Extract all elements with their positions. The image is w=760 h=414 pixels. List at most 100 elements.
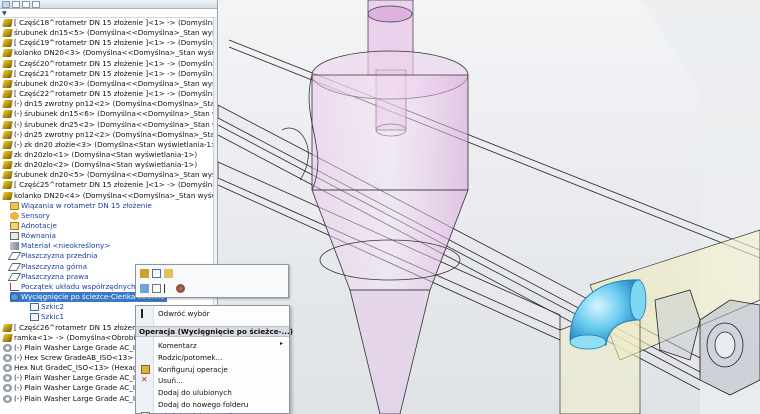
part-icon [2,69,13,78]
part-icon [2,19,13,27]
tree-item[interactable]: śrubunek dn15<5> (Domyślna<<Domyślna>_St… [2,28,217,38]
tree-item[interactable]: (-) dn25 zwrotny pn12<2> (Domyślna<Domyśl… [2,129,218,140]
tree-item[interactable]: Wiązania w rotametr DN 15 złożenie [10,201,152,211]
tree-item[interactable]: [ Część25^rotametr DN 15 złożenie ]<1> -… [2,180,217,190]
appearance-icon[interactable] [176,284,185,293]
configuration-manager-tab-icon[interactable] [22,0,30,8]
tree-item[interactable]: śrubunek dn20<3> (Domyślna<<Domyślna>_St… [2,78,217,89]
display-manager-tab-icon[interactable] [32,0,40,8]
sensor-icon [10,211,19,220]
tree-item[interactable]: [ Część19^rotametr DN 15 złożenie ]<1> -… [2,38,217,48]
part-icon [2,79,13,88]
menu-item[interactable]: Dodaj do nowego folderu [136,399,289,410]
sketch-icon [30,303,39,312]
tree-item-label: kolanko DN20<3> (Domyślna<<Domyślna>_Sta… [14,48,217,58]
menu-item-label: Dodaj do nowego folderu [158,400,249,409]
tree-item-label: Równania [21,231,56,241]
tree-item[interactable]: zk dn20zlo<2> (Domyślna<Stan wyświetlani… [2,160,198,170]
feature-tree-tab-icon[interactable] [2,0,10,8]
tree-item[interactable]: śrubunek dn20<5> (Domyślna<<Domyślna>_St… [2,170,217,180]
tree-item-label: śrubunek dn25<2> (Domyślna<<Domyślna>_St… [24,119,217,129]
tree-item-label: Szkic2 [41,302,65,312]
tree-item-label: śrubunek dn20<3> (Domyślna<<Domyślna>_St… [14,78,217,88]
tree-item-label: Plain Washer Large Grade AC_ISO< [24,383,152,393]
tree-item[interactable]: Szkic2 [30,302,64,312]
menu-item[interactable]: Rodzic/potomek... [136,352,289,363]
tree-item[interactable]: (-) śrubunek dn15<6> (Domyślna<<Domyślna>… [2,109,217,119]
edit-feature-icon[interactable] [140,269,149,278]
part-icon [2,100,13,109]
annotation-icon [10,222,19,230]
tree-item-label: Adnotacje [21,221,57,230]
tree-item[interactable]: Początek układu współrzędnych [10,282,136,292]
washer-icon [3,384,12,393]
tree-item[interactable]: [ Część20^rotametr DN 15 złożenie ]<1> -… [2,59,217,69]
tree-item[interactable]: (-) Plain Washer Large Grade AC_ISO< [3,373,151,383]
part-icon [2,150,13,159]
property-manager-tab-icon[interactable] [12,0,20,8]
tree-item[interactable]: ramka<1> -> (Domyślna<Obrobiona [2,332,149,343]
tree-item-label: Materiał <nieokreślony> [21,241,111,251]
tree-item-label: kolanko DN20<4> (Domyślna<<Domyślna>_Sta… [14,190,217,200]
menu-item-label: Konfiguruj operacje [158,364,228,374]
tree-filter[interactable]: ▼ [0,9,217,18]
washer-icon [3,353,12,362]
part-icon [2,39,13,48]
tree-item-label: Wiązania w rotametr DN 15 złożenie [21,200,152,210]
tree-item[interactable]: Hex Nut GradeC_ISO<13> (Hexagon N [3,363,154,373]
tree-item[interactable]: [ Część18^rotametr DN 15 złożenie ]<1> -… [2,18,217,28]
menu-item[interactable]: Komentarz ▸ [136,340,289,351]
tree-item[interactable]: (-) dn15 zwrotny pn12<2> (Domyślna<Domyśl… [2,99,217,109]
tree-item[interactable]: Sensory [10,211,50,221]
suppression-prefix: (-) [14,99,23,109]
tree-item[interactable]: kolanko DN20<3> (Domyślna<<Domyślna>_Sta… [2,48,217,58]
tree-item-label: ramka<1> -> (Domyślna<Obrobiona [14,332,149,342]
part-icon [2,59,13,68]
tree-item[interactable]: Płaszczyzna prawa [7,272,89,282]
suppression-prefix: (-) [14,383,23,393]
menu-item[interactable]: ✕ Usuń... [136,375,289,386]
tree-item[interactable]: Materiał <nieokreślony> [10,241,110,251]
hide-show-icon[interactable] [140,284,149,293]
menu-item[interactable]: Konfiguruj operacje [136,364,289,375]
tree-item[interactable]: Równania [10,231,56,241]
washer-icon [3,374,12,383]
zoom-to-selection-icon[interactable] [152,284,161,293]
tree-item-label: [ Część21^rotametr DN 15 złożenie ]<1> -… [14,68,217,78]
tree-item[interactable]: [ Część22^rotametr DN 15 złożenie ]<1> -… [2,89,217,99]
normal-to-icon[interactable] [164,284,173,293]
tree-item-label: Szkic1 [41,312,65,322]
tree-item[interactable]: zk dn20zlo<1> (Domyślna<Stan wyświetlani… [2,150,197,160]
tree-item-label: [ Część22^rotametr DN 15 złożenie ]<1> -… [14,89,217,99]
part-icon [2,323,13,332]
filter-icon[interactable]: ▼ [2,10,7,17]
tree-item-label: Początek układu współrzędnych [21,281,136,291]
tree-item[interactable]: (-) Plain Washer Large Grade AC_ISO< [3,394,151,404]
tree-item-label: zk dn20zlo<2> (Domyślna<Stan wyświetlani… [14,160,198,170]
tree-item-label: śrubunek dn15<5> (Domyślna<<Domyślna>_St… [14,28,217,38]
tree-item[interactable]: (-) śrubunek dn25<2> (Domyślna<<Domyślna>… [2,119,217,130]
menu-item[interactable]: Dodaj do ulubionych [136,387,289,398]
panel-toolbar [0,0,217,9]
tree-item-label: dn25 zwrotny pn12<2> (Domyślna<Domyślna>… [24,129,218,139]
tree-item[interactable]: kolanko DN20<4> (Domyślna<<Domyślna>_Sta… [2,190,217,201]
tree-item[interactable]: (-) Plain Washer Large Grade AC_ISO< [3,383,151,393]
tree-item[interactable]: Adnotacje [10,221,57,231]
tree-item[interactable]: Płaszczyzna górna [7,262,87,272]
suppress-icon[interactable] [164,269,173,278]
tree-item-label: zk dn20 złożie<3> (Domyślna<Stan wyświet… [24,139,218,149]
menu-header-feature: Operacja (Wycięgnięcie po ścieżce-...) [136,326,293,337]
part-icon [2,171,13,180]
mates-folder-icon [10,201,19,210]
material-icon [10,242,19,251]
tree-item[interactable]: Szkic1 [30,312,64,322]
suppression-prefix: (-) [14,139,23,149]
tree-item[interactable]: [ Część21^rotametr DN 15 złożenie ]<1> -… [2,68,217,79]
washer-icon [3,343,12,352]
suppression-prefix: (-) [14,373,23,383]
edit-sketch-icon[interactable] [152,269,161,278]
menu-item-invert-selection[interactable]: Odwróć wybór [136,308,289,319]
tree-item[interactable]: Płaszczyzna przednia [7,251,98,261]
tree-item[interactable]: (-) Plain Washer Large Grade AC_ISO< [3,343,151,353]
tree-item[interactable]: (-) zk dn20 złożie<3> (Domyślna<Stan wyśw… [2,139,218,150]
